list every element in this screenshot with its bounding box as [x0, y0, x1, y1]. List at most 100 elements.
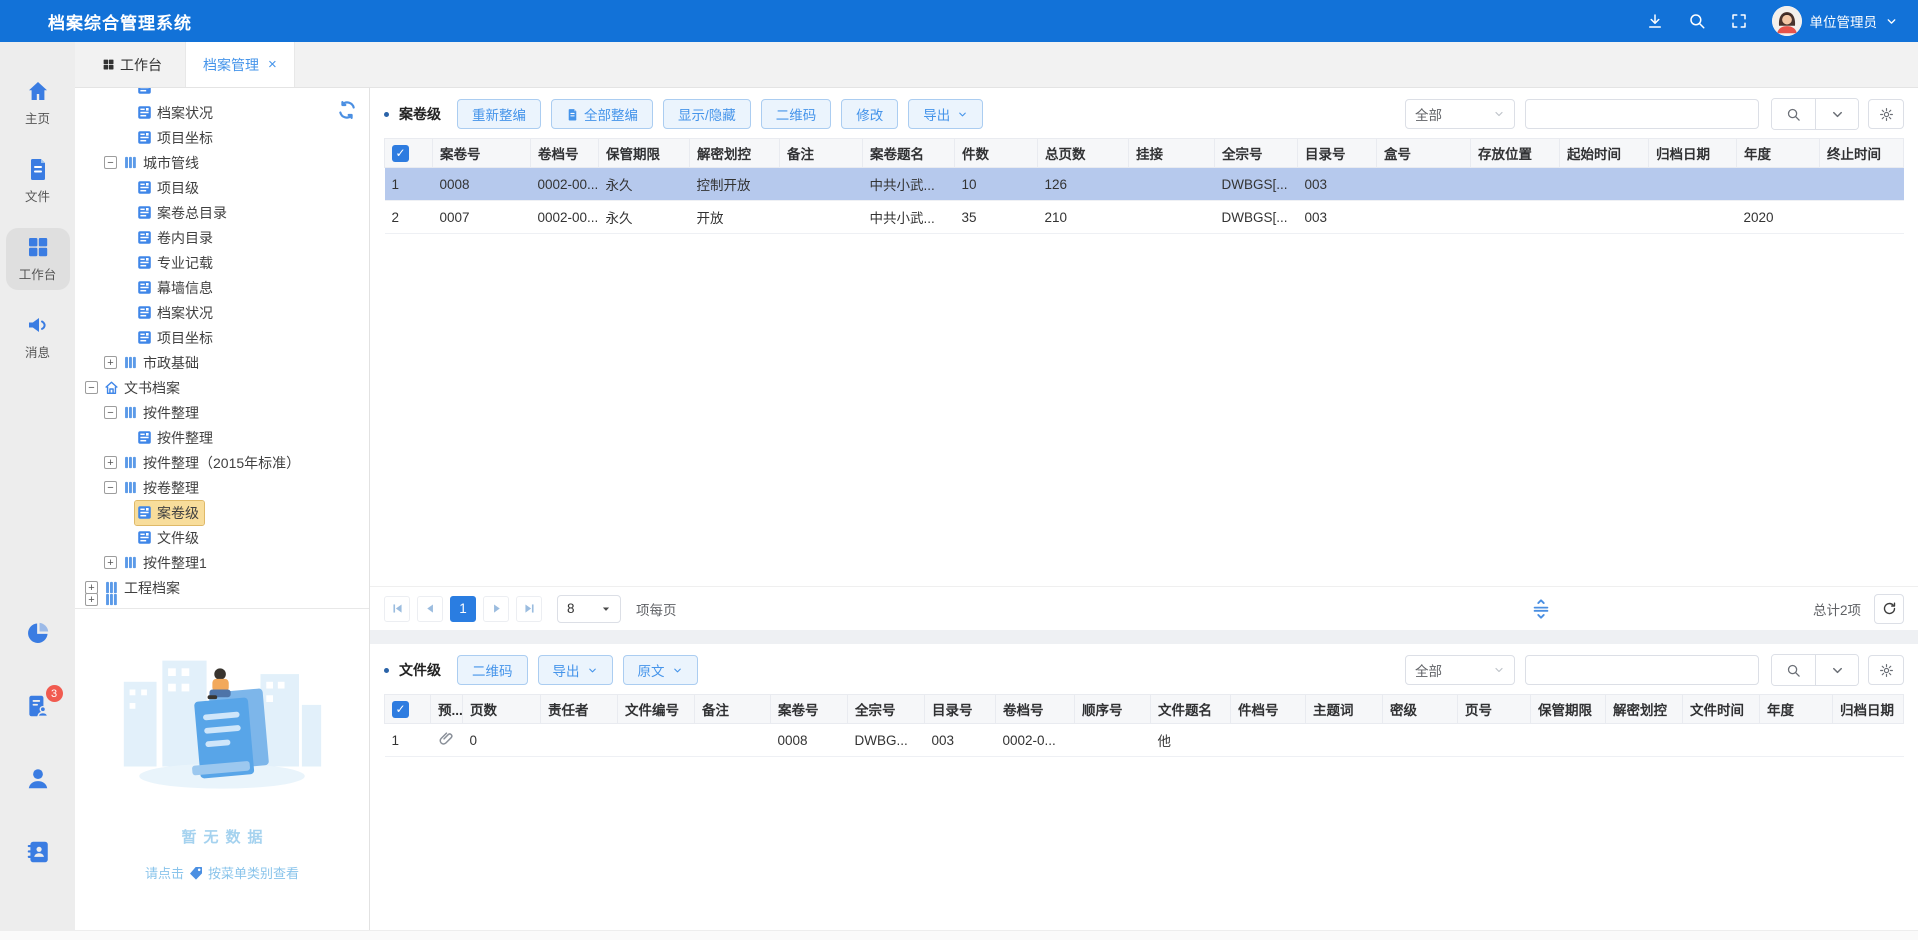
- column-header[interactable]: 卷档号: [996, 695, 1075, 724]
- tree-node[interactable]: 文件级: [75, 525, 369, 550]
- tree-node[interactable]: [75, 88, 369, 100]
- column-header[interactable]: 盒号: [1377, 139, 1471, 168]
- select-all-header[interactable]: ✓: [385, 695, 431, 724]
- column-header[interactable]: 件数: [955, 139, 1038, 168]
- column-header[interactable]: 卷档号: [531, 139, 599, 168]
- table-row[interactable]: 100008DWBG...0030002-0...他: [385, 724, 1904, 757]
- select-all-header[interactable]: ✓: [385, 139, 433, 168]
- column-header[interactable]: 顺序号: [1075, 695, 1151, 724]
- collapse-icon[interactable]: −: [85, 381, 98, 394]
- column-header[interactable]: 案卷号: [433, 139, 531, 168]
- bottom-search-expand-button[interactable]: [1815, 655, 1858, 685]
- column-header[interactable]: 终止时间: [1820, 139, 1904, 168]
- preview-cell[interactable]: [431, 724, 463, 757]
- rail-item-pie[interactable]: [25, 620, 51, 649]
- qrcode-button[interactable]: 二维码: [457, 655, 528, 685]
- reorganize-button[interactable]: 重新整编: [457, 99, 541, 129]
- tree-node[interactable]: 项目坐标: [75, 325, 369, 350]
- column-header[interactable]: 保管期限: [1531, 695, 1606, 724]
- tree-node[interactable]: 项目坐标: [75, 125, 369, 150]
- column-header[interactable]: 挂接: [1129, 139, 1215, 168]
- column-header[interactable]: 解密划控: [690, 139, 780, 168]
- tree-node[interactable]: 幕墙信息: [75, 275, 369, 300]
- tree-node[interactable]: 案卷总目录: [75, 200, 369, 225]
- column-header[interactable]: 页号: [1458, 695, 1531, 724]
- column-header[interactable]: 预...: [431, 695, 463, 724]
- column-header[interactable]: 主题词: [1306, 695, 1383, 724]
- tree-node[interactable]: 按件整理: [75, 425, 369, 450]
- tree-node[interactable]: 档案状况: [75, 300, 369, 325]
- top-settings-button[interactable]: [1868, 99, 1904, 129]
- top-search-expand-button[interactable]: [1815, 99, 1858, 129]
- checkbox-checked-icon[interactable]: ✓: [392, 145, 409, 162]
- tree-node[interactable]: −按卷整理: [75, 475, 369, 500]
- expand-icon[interactable]: +: [104, 356, 117, 369]
- collapse-icon[interactable]: −: [104, 481, 117, 494]
- bottom-search-button[interactable]: [1772, 655, 1815, 685]
- tree-node[interactable]: 项目级: [75, 175, 369, 200]
- tree-node[interactable]: −按件整理: [75, 400, 369, 425]
- top-search-button[interactable]: [1772, 99, 1815, 129]
- column-header[interactable]: 年度: [1760, 695, 1833, 724]
- refresh-tree-icon[interactable]: [337, 100, 357, 120]
- tree-node[interactable]: +: [75, 587, 369, 608]
- column-header[interactable]: 归档日期: [1833, 695, 1904, 724]
- export-button[interactable]: 导出: [908, 99, 983, 129]
- next-page-button[interactable]: [483, 596, 509, 622]
- rail-item-grid[interactable]: 工作台: [6, 228, 70, 290]
- organize-all-button[interactable]: 全部整编: [551, 99, 653, 129]
- current-page-button[interactable]: 1: [450, 596, 476, 622]
- expand-icon[interactable]: +: [85, 593, 98, 606]
- column-header[interactable]: 文件题名: [1151, 695, 1231, 724]
- column-header[interactable]: 文件编号: [618, 695, 695, 724]
- close-icon[interactable]: ×: [268, 57, 277, 72]
- column-header[interactable]: 存放位置: [1471, 139, 1560, 168]
- refresh-button[interactable]: [1874, 594, 1904, 624]
- rail-item-person[interactable]: [25, 766, 51, 795]
- rail-item-home[interactable]: 主页: [6, 72, 70, 134]
- collapse-icon[interactable]: −: [104, 406, 117, 419]
- rail-item-docfile[interactable]: 文件: [6, 150, 70, 212]
- user-menu[interactable]: 单位管理员: [1772, 6, 1899, 36]
- row-adjust-icon[interactable]: [1530, 598, 1552, 620]
- tree-node[interactable]: 专业记载: [75, 250, 369, 275]
- tree-node[interactable]: 档案状况: [75, 100, 369, 125]
- table-row[interactable]: 100080002-00...永久控制开放中共小武...10126DWBGS[.…: [385, 168, 1904, 201]
- column-header[interactable]: 案卷号: [771, 695, 848, 724]
- first-page-button[interactable]: [384, 596, 410, 622]
- column-header[interactable]: 备注: [780, 139, 863, 168]
- tree-node[interactable]: −文书档案: [75, 375, 369, 400]
- column-header[interactable]: 目录号: [925, 695, 996, 724]
- column-header[interactable]: 备注: [695, 695, 771, 724]
- tree-node[interactable]: +按件整理1: [75, 550, 369, 575]
- original-button[interactable]: 原文: [623, 655, 698, 685]
- table-row[interactable]: 200070002-00...永久开放中共小武...35210DWBGS[...…: [385, 201, 1904, 234]
- column-header[interactable]: 总页数: [1038, 139, 1129, 168]
- column-header[interactable]: 起始时间: [1560, 139, 1649, 168]
- qrcode-button[interactable]: 二维码: [761, 99, 832, 129]
- column-header[interactable]: 页数: [463, 695, 541, 724]
- fullscreen-icon[interactable]: [1730, 12, 1748, 30]
- show-hide-button[interactable]: 显示/隐藏: [663, 99, 751, 129]
- expand-icon[interactable]: +: [104, 556, 117, 569]
- column-header[interactable]: 年度: [1737, 139, 1820, 168]
- column-header[interactable]: 目录号: [1298, 139, 1377, 168]
- collapse-icon[interactable]: −: [104, 156, 117, 169]
- bottom-filter-select[interactable]: 全部: [1405, 655, 1515, 685]
- rail-item-docperson[interactable]: 3: [25, 693, 51, 722]
- column-header[interactable]: 文件时间: [1683, 695, 1760, 724]
- tab-archive-management[interactable]: 档案管理×: [185, 42, 295, 87]
- tree-node[interactable]: 卷内目录: [75, 225, 369, 250]
- top-filter-select[interactable]: 全部: [1405, 99, 1515, 129]
- page-size-select[interactable]: 8: [557, 595, 621, 623]
- column-header[interactable]: 解密划控: [1606, 695, 1683, 724]
- bottom-settings-button[interactable]: [1868, 655, 1904, 685]
- horizontal-scrollbar[interactable]: [0, 930, 1918, 940]
- column-header[interactable]: 密级: [1383, 695, 1458, 724]
- expand-icon[interactable]: +: [104, 456, 117, 469]
- rail-item-speaker[interactable]: 消息: [6, 306, 70, 368]
- prev-page-button[interactable]: [417, 596, 443, 622]
- checkbox-checked-icon[interactable]: ✓: [392, 701, 409, 718]
- tree-node[interactable]: −城市管线: [75, 150, 369, 175]
- column-header[interactable]: 全宗号: [1215, 139, 1298, 168]
